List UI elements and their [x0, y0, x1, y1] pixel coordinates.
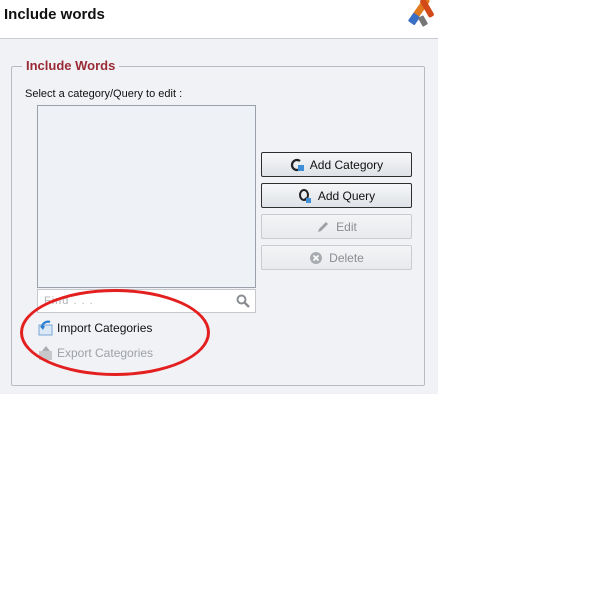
export-icon — [39, 346, 52, 360]
export-categories-label: Export Categories — [57, 346, 154, 360]
delete-label: Delete — [329, 250, 364, 265]
category-listbox[interactable] — [37, 105, 256, 288]
add-category-label: Add Category — [309, 157, 384, 172]
title-bar: Include words — [0, 0, 438, 39]
find-box[interactable] — [37, 289, 256, 313]
import-icon — [38, 320, 53, 336]
add-category-button[interactable]: Add Category — [261, 152, 412, 177]
edit-button[interactable]: Edit — [261, 214, 412, 239]
find-input[interactable] — [38, 290, 228, 312]
window-title: Include words — [4, 6, 105, 23]
delete-icon — [310, 251, 323, 264]
add-category-icon — [290, 158, 304, 171]
add-query-icon — [298, 188, 311, 203]
import-categories-label: Import Categories — [57, 321, 153, 335]
edit-label: Edit — [336, 219, 357, 234]
dialog-body: Include Words Select a category/Query to… — [0, 39, 438, 394]
group-title: Include Words — [22, 58, 120, 73]
pencil-icon — [318, 221, 329, 232]
delete-button[interactable]: Delete — [261, 245, 412, 270]
add-query-label: Add Query — [317, 188, 376, 203]
paintbrush-tools-icon — [408, 0, 434, 27]
search-icon[interactable] — [236, 294, 250, 308]
export-categories-link[interactable]: Export Categories — [38, 345, 153, 361]
add-query-button[interactable]: Add Query — [261, 183, 412, 208]
category-list-label: Select a category/Query to edit : — [25, 88, 183, 100]
import-categories-link[interactable]: Import Categories — [38, 320, 152, 336]
include-words-dialog: Include words Include Words Select a cat… — [0, 0, 438, 394]
